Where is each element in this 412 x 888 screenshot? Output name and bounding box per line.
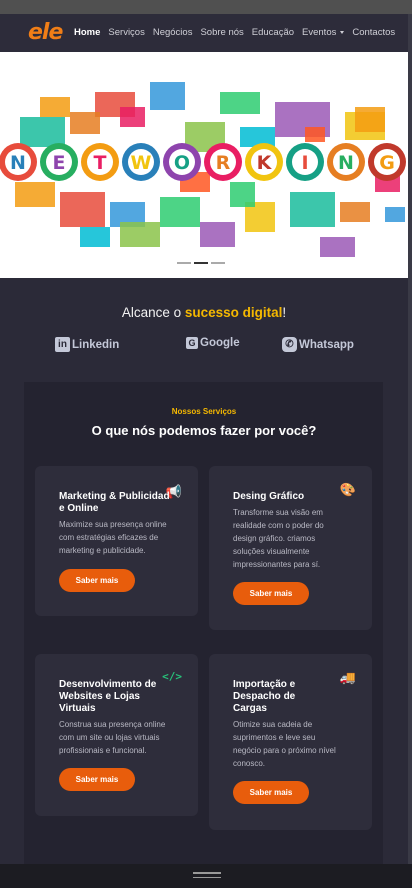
service-title: Importação e Despacho de Cargas xyxy=(233,679,296,714)
home-handle-icon[interactable] xyxy=(193,872,221,880)
svg-text:R: R xyxy=(216,152,231,174)
networking-letter: N xyxy=(0,143,37,181)
tagline-highlight: sucesso digital xyxy=(184,305,283,320)
service-description: Maximize sua presença online com estratég… xyxy=(59,520,167,555)
whatsapp-label: Whatsapp xyxy=(299,338,354,351)
nav-item-negocios[interactable]: Negócios xyxy=(153,27,193,38)
carousel-dot[interactable] xyxy=(211,262,225,264)
google-link[interactable]: G Google xyxy=(186,337,240,349)
networking-letter: N xyxy=(327,143,365,181)
decor-block xyxy=(60,192,105,227)
saber-mais-button[interactable]: Saber mais xyxy=(59,569,135,592)
truck-icon: 🚚 xyxy=(339,670,356,685)
service-card-marketing: 📢 Marketing & Publicidad e Online Maximiz… xyxy=(35,466,198,616)
service-description: Construa sua presença online com um site … xyxy=(59,720,166,755)
decor-block xyxy=(220,92,260,114)
decor-block xyxy=(160,197,200,227)
navbar: ele Home Serviços Negócios Sobre nós Edu… xyxy=(0,14,408,52)
decor-block xyxy=(40,97,70,117)
services-title: O que nós podemos fazer por você? xyxy=(91,423,317,438)
decor-block xyxy=(120,107,145,127)
nav-item-contactos[interactable]: Contactos xyxy=(352,27,395,38)
nav-item-eventos[interactable]: Eventos xyxy=(302,27,345,38)
service-title: Desing Gráfico xyxy=(233,491,305,502)
palette-icon: 🎨 xyxy=(339,482,356,497)
tagline: Alcance o sucesso digital! xyxy=(0,305,408,320)
service-card-websites: </> Desenvolvimento de Websites e Lojas Vi… xyxy=(35,654,198,816)
linkedin-link[interactable]: in Linkedin xyxy=(55,337,119,352)
svg-text:O: O xyxy=(174,152,190,174)
carousel-indicators xyxy=(177,262,225,264)
service-card-design: 🎨 Desing Gráfico Transforme sua visão em… xyxy=(209,466,372,630)
decor-block xyxy=(70,112,100,134)
decor-block xyxy=(305,127,325,142)
svg-text:W: W xyxy=(131,152,152,174)
svg-text:E: E xyxy=(53,152,66,174)
svg-text:N: N xyxy=(338,152,354,174)
svg-text:I: I xyxy=(301,152,308,174)
nav-item-servicos[interactable]: Serviços xyxy=(108,27,144,38)
networking-letter: W xyxy=(122,143,160,181)
networking-letter: R xyxy=(204,143,242,181)
decor-block xyxy=(355,107,385,132)
decor-block xyxy=(20,117,65,147)
svg-text:T: T xyxy=(94,152,107,174)
decor-block xyxy=(120,222,160,247)
saber-mais-button[interactable]: Saber mais xyxy=(233,582,309,605)
networking-letter: I xyxy=(286,143,324,181)
svg-text:K: K xyxy=(257,152,273,174)
decor-block xyxy=(200,222,235,247)
nav-menu: Home Serviços Negócios Sobre nós Educaçã… xyxy=(74,27,403,38)
service-description: Otimize sua cadeia de suprimentos e leve … xyxy=(233,720,336,768)
decor-block xyxy=(340,202,370,222)
tagline-suffix: ! xyxy=(282,305,287,320)
service-title: Marketing & Publicidad e Online xyxy=(59,491,170,514)
service-description: Transforme sua visão em realidade com o p… xyxy=(233,508,324,569)
linkedin-icon: in xyxy=(55,337,70,352)
whatsapp-icon: ✆ xyxy=(282,337,297,352)
logo[interactable]: ele xyxy=(28,20,63,45)
carousel-dot[interactable] xyxy=(177,262,191,264)
status-bar xyxy=(0,0,412,14)
nav-item-sobre-nos[interactable]: Sobre nós xyxy=(200,27,243,38)
saber-mais-button[interactable]: Saber mais xyxy=(59,768,135,791)
nav-item-home[interactable]: Home xyxy=(74,27,100,38)
networking-letter: T xyxy=(81,143,119,181)
svg-text:G: G xyxy=(379,152,395,174)
networking-letter: G xyxy=(368,143,406,181)
service-title: Desenvolvimento de Websites e Lojas Virtua… xyxy=(59,679,157,714)
linkedin-label: Linkedin xyxy=(72,338,120,351)
decor-block xyxy=(80,227,110,247)
svg-text:N: N xyxy=(10,152,26,174)
decor-block xyxy=(290,192,335,227)
decor-block xyxy=(230,182,255,207)
services-subtitle: Nossos Serviços xyxy=(171,407,237,416)
scrollbar[interactable] xyxy=(408,14,412,864)
code-icon: </> xyxy=(162,670,182,683)
decor-block xyxy=(385,207,405,222)
decor-block xyxy=(150,82,185,110)
nav-item-eventos-label: Eventos xyxy=(302,27,337,38)
google-icon: G xyxy=(186,337,198,349)
nav-item-educacao[interactable]: Educação xyxy=(252,27,294,38)
carousel-dot-active[interactable] xyxy=(194,262,208,264)
hero-banner: N E T WO R K I N G xyxy=(0,52,408,278)
chevron-down-icon xyxy=(340,30,345,34)
networking-letter: K xyxy=(245,143,283,181)
service-card-import: 🚚 Importação e Despacho de Cargas Otimize … xyxy=(209,654,372,830)
tagline-prefix: Alcance o xyxy=(121,305,185,320)
google-label: Google xyxy=(200,337,240,349)
networking-letter: O xyxy=(163,143,201,181)
decor-block xyxy=(15,182,55,207)
whatsapp-link[interactable]: ✆ Whatsapp xyxy=(282,337,354,352)
networking-illustration: N E T WO R K I N G xyxy=(0,82,406,257)
decor-block xyxy=(320,237,355,257)
saber-mais-button[interactable]: Saber mais xyxy=(233,781,309,804)
networking-letter: E xyxy=(40,143,78,181)
